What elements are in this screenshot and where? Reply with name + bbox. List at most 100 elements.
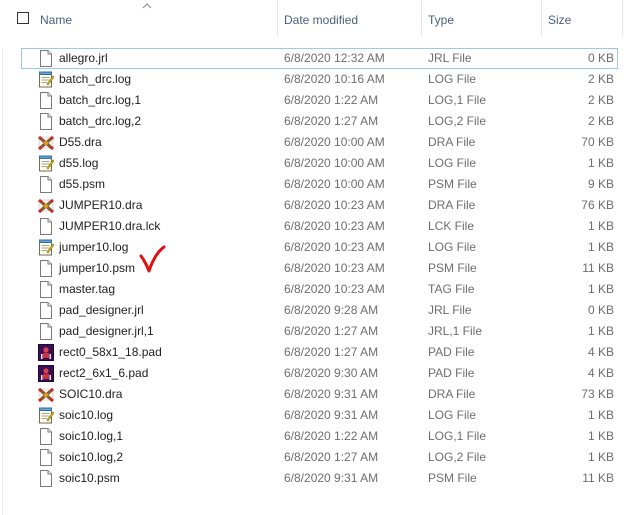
file-size: 73 KB	[581, 387, 614, 401]
file-type: PAD File	[428, 345, 475, 359]
file-name: soic10.psm	[59, 471, 120, 485]
file-row[interactable]: soic10.psm 6/8/2020 9:31 AM PSM File 11 KB	[0, 468, 642, 489]
file-size: 2 KB	[587, 114, 614, 128]
file-name: batch_drc.log,2	[59, 114, 142, 128]
file-type: LOG File	[428, 240, 477, 254]
file-size: 2 KB	[587, 72, 614, 86]
file-date-modified: 6/8/2020 9:28 AM	[284, 303, 379, 317]
file-row[interactable]: master.tag 6/8/2020 10:23 AM TAG File 1 KB	[0, 279, 642, 300]
file-date-modified: 6/8/2020 1:27 AM	[284, 345, 379, 359]
file-type: LOG,2 File	[428, 114, 487, 128]
file-row[interactable]: jumper10.log 6/8/2020 10:23 AM LOG File 1 K…	[0, 237, 642, 258]
file-type: TAG File	[428, 282, 475, 296]
column-header-name[interactable]: Name	[40, 11, 72, 29]
select-all-checkbox[interactable]	[17, 12, 29, 24]
file-type: LOG File	[428, 72, 477, 86]
blank-file-icon	[38, 323, 54, 340]
blank-file-icon	[38, 428, 54, 445]
file-size: 9 KB	[587, 177, 614, 191]
file-name: D55.dra	[59, 135, 102, 149]
file-row[interactable]: rect2_6x1_6.pad 6/8/2020 9:30 AM PAD File 4…	[0, 363, 642, 384]
file-row[interactable]: soic10.log,1 6/8/2020 1:22 AM LOG,1 File 1 …	[0, 426, 642, 447]
file-name: allegro.jrl	[59, 51, 108, 65]
blank-file-icon	[38, 470, 54, 487]
file-type: PSM File	[428, 261, 477, 275]
file-name: JUMPER10.dra.lck	[59, 219, 161, 233]
file-date-modified: 6/8/2020 10:23 AM	[284, 282, 385, 296]
file-size: 1 KB	[587, 282, 614, 296]
file-row[interactable]: d55.psm 6/8/2020 10:00 AM PSM File 9 KB	[0, 174, 642, 195]
blank-file-icon	[38, 92, 54, 109]
notepad-log-icon	[38, 71, 55, 88]
file-size: 11 KB	[582, 471, 614, 485]
file-row[interactable]: JUMPER10.dra 6/8/2020 10:23 AM DRA File 76 …	[0, 195, 642, 216]
file-size: 1 KB	[587, 219, 614, 233]
file-date-modified: 6/8/2020 10:16 AM	[284, 72, 385, 86]
blank-file-icon	[38, 218, 54, 235]
file-name: batch_drc.log,1	[59, 93, 142, 107]
file-name: pad_designer.jrl,1	[59, 324, 154, 338]
file-row[interactable]: pad_designer.jrl,1 6/8/2020 1:27 AM JRL,1 …	[0, 321, 642, 342]
file-row[interactable]: allegro.jrl 6/8/2020 12:32 AM JRL File 0 KB	[0, 48, 642, 69]
file-row[interactable]: batch_drc.log,1 6/8/2020 1:22 AM LOG,1 Fil…	[0, 90, 642, 111]
file-type: DRA File	[428, 135, 476, 149]
file-name: batch_drc.log	[59, 72, 132, 86]
pad-designer-icon	[38, 365, 54, 382]
notepad-log-icon	[38, 239, 55, 256]
file-row[interactable]: soic10.log,2 6/8/2020 1:27 AM LOG,2 File 1 …	[0, 447, 642, 468]
file-row[interactable]: SOIC10.dra 6/8/2020 9:31 AM DRA File 73 KB	[0, 384, 642, 405]
file-row[interactable]: batch_drc.log,2 6/8/2020 1:27 AM LOG,2 Fil…	[0, 111, 642, 132]
file-name: rect0_58x1_18.pad	[59, 345, 162, 359]
file-row[interactable]: rect0_58x1_18.pad 6/8/2020 1:27 AM PAD Fil…	[0, 342, 642, 363]
notepad-log-icon	[38, 155, 55, 172]
file-date-modified: 6/8/2020 9:30 AM	[284, 366, 379, 380]
allegro-dra-icon	[38, 197, 54, 214]
file-size: 0 KB	[587, 303, 614, 317]
column-header-type[interactable]: Type	[428, 11, 454, 29]
file-date-modified: 6/8/2020 10:23 AM	[284, 198, 385, 212]
blank-file-icon	[38, 113, 54, 130]
file-row[interactable]: soic10.log 6/8/2020 9:31 AM LOG File 1 KB	[0, 405, 642, 426]
file-type: JRL File	[428, 303, 472, 317]
file-name: jumper10.log	[59, 240, 129, 254]
file-row[interactable]: pad_designer.jrl 6/8/2020 9:28 AM JRL File…	[0, 300, 642, 321]
red-check-annotation	[139, 245, 166, 273]
file-name: jumper10.psm	[59, 261, 136, 275]
file-name: rect2_6x1_6.pad	[59, 366, 149, 380]
file-date-modified: 6/8/2020 9:31 AM	[284, 471, 379, 485]
file-row[interactable]: jumper10.psm 6/8/2020 10:23 AM PSM File 11 …	[0, 258, 642, 279]
file-size: 4 KB	[587, 345, 614, 359]
file-size: 11 KB	[582, 261, 614, 275]
notepad-log-icon	[38, 407, 55, 424]
file-name: soic10.log,2	[59, 450, 124, 464]
file-type: LOG File	[428, 408, 477, 422]
file-date-modified: 6/8/2020 9:31 AM	[284, 408, 379, 422]
file-size: 76 KB	[581, 198, 614, 212]
file-type: PAD File	[428, 366, 475, 380]
column-divider[interactable]	[277, 0, 278, 36]
column-divider[interactable]	[421, 0, 422, 36]
file-date-modified: 6/8/2020 10:23 AM	[284, 219, 385, 233]
blank-file-icon	[38, 176, 54, 193]
file-name: soic10.log,1	[59, 429, 124, 443]
file-size: 70 KB	[581, 135, 614, 149]
file-size: 1 KB	[587, 324, 614, 338]
file-row[interactable]: JUMPER10.dra.lck 6/8/2020 10:23 AM LCK Fil…	[0, 216, 642, 237]
blank-file-icon	[38, 302, 54, 319]
file-size: 4 KB	[587, 366, 614, 380]
file-date-modified: 6/8/2020 1:27 AM	[284, 450, 379, 464]
column-header-size[interactable]: Size	[548, 11, 571, 29]
column-header-date-modified[interactable]: Date modified	[284, 11, 358, 29]
file-row[interactable]: batch_drc.log 6/8/2020 10:16 AM LOG File 2 …	[0, 69, 642, 90]
column-divider[interactable]	[541, 0, 542, 36]
file-row[interactable]: d55.log 6/8/2020 10:00 AM LOG File 1 KB	[0, 153, 642, 174]
file-name: d55.log	[59, 156, 99, 170]
file-row[interactable]: D55.dra 6/8/2020 10:00 AM DRA File 70 KB	[0, 132, 642, 153]
file-size: 0 KB	[587, 51, 614, 65]
column-divider[interactable]	[622, 0, 623, 36]
file-size: 1 KB	[587, 450, 614, 464]
column-header-bar: Name Date modified Type Size	[0, 0, 642, 38]
file-date-modified: 6/8/2020 1:27 AM	[284, 324, 379, 338]
file-name: SOIC10.dra	[59, 387, 123, 401]
allegro-dra-icon	[38, 386, 54, 403]
